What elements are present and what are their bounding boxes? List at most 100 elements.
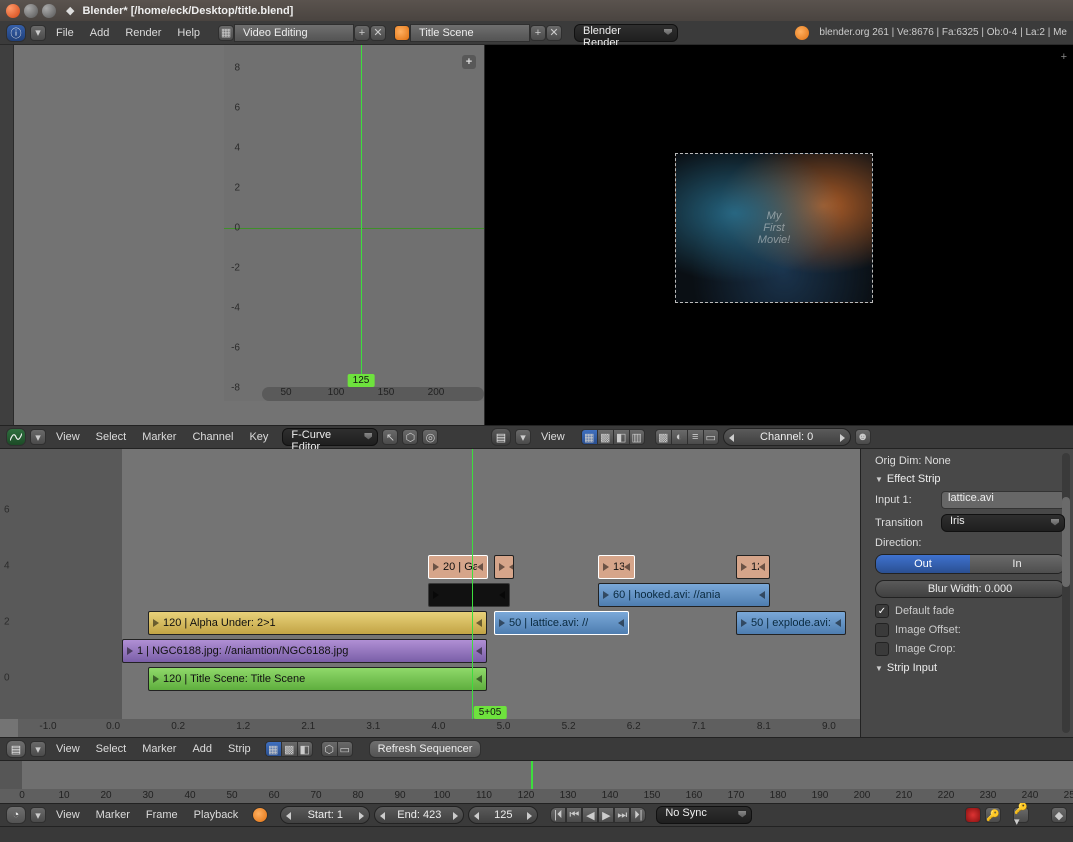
preview-channel-alpha-icon[interactable]: ◐ xyxy=(671,429,687,445)
preview-mode-image-icon[interactable]: ▦ xyxy=(581,429,597,445)
seq-menu-view[interactable]: View xyxy=(50,743,86,755)
minimize-window-button[interactable] xyxy=(24,4,38,18)
timeline-playhead[interactable] xyxy=(531,761,533,789)
fcurve-x-scrollbar[interactable]: 50 100 150 200 xyxy=(262,387,484,401)
render-engine-dropdown[interactable]: Blender Render xyxy=(574,24,678,42)
fcurve-menu-marker[interactable]: Marker xyxy=(136,431,182,443)
image-crop-checkbox[interactable] xyxy=(875,642,889,656)
preview-collapse-toggle[interactable]: ▾ xyxy=(515,429,531,445)
seq-strip[interactable]: 120 | Alpha Under: 2>1 xyxy=(148,611,487,635)
preview-channel-slider[interactable]: Channel: 0 xyxy=(723,428,851,446)
timeline-ruler[interactable]: 0102030405060708090100110120130140150160… xyxy=(0,789,1073,803)
fcurve-snap-icon[interactable]: ⬡ xyxy=(402,429,418,445)
preview-channel-color-icon[interactable]: ▩ xyxy=(655,429,671,445)
seq-view-sequence-icon[interactable]: ▦ xyxy=(265,741,281,757)
sequencer-preview-area[interactable]: My First Movie! + xyxy=(485,45,1073,425)
close-window-button[interactable] xyxy=(6,4,20,18)
tl-menu-marker[interactable]: Marker xyxy=(90,809,136,821)
scene-browse-icon[interactable] xyxy=(394,25,410,41)
record-icon[interactable] xyxy=(965,807,981,823)
preview-ghost-icon[interactable]: ☻ xyxy=(855,429,871,445)
seq-strip[interactable]: 1 | NGC6188.jpg: //aniamtion/NGC6188.jpg xyxy=(122,639,487,663)
direction-out[interactable]: Out xyxy=(876,555,970,573)
next-keyframe-icon[interactable]: ⏭ xyxy=(614,807,630,823)
auto-keyframe-icon[interactable] xyxy=(252,807,268,823)
screen-browse-icon[interactable]: ▦ xyxy=(218,25,234,41)
props-scrollbar[interactable] xyxy=(1062,453,1070,733)
preview-mode-luma-icon[interactable]: ▩ xyxy=(597,429,613,445)
editor-type-info-icon[interactable]: ⓘ xyxy=(6,24,26,42)
prev-keyframe-icon[interactable]: ⏮ xyxy=(566,807,582,823)
seq-strip[interactable]: 120 | Title Scene: Title Scene xyxy=(148,667,487,691)
fcurve-playhead[interactable] xyxy=(361,45,362,387)
seq-strip[interactable]: 13 | Wi xyxy=(598,555,635,579)
scene-field[interactable]: Title Scene xyxy=(410,24,530,42)
seq-view-both-icon[interactable]: ◧ xyxy=(297,741,313,757)
section-strip-input[interactable]: Strip Input xyxy=(875,662,1065,674)
scene-delete-button[interactable]: ✕ xyxy=(546,25,562,41)
seq-snap-icon[interactable]: ⬡ xyxy=(321,741,337,757)
preview-mode-histogram-icon[interactable]: ▥ xyxy=(629,429,645,445)
fcurve-menu-channel[interactable]: Channel xyxy=(186,431,239,443)
preview-mode-chroma-icon[interactable]: ◧ xyxy=(613,429,629,445)
fcurve-menu-view[interactable]: View xyxy=(50,431,86,443)
keying-set-icon[interactable]: 🔑 xyxy=(985,807,1001,823)
preview-menu-view[interactable]: View xyxy=(535,431,571,443)
screen-delete-button[interactable]: ✕ xyxy=(370,25,386,41)
play-icon[interactable]: ▶ xyxy=(598,807,614,823)
sequencer-tracks[interactable]: 0 2 4 6 120 | Title Scene: Title Scene1 … xyxy=(0,449,860,737)
menu-file[interactable]: File xyxy=(50,27,80,39)
preview-zebra-icon[interactable]: ≡ xyxy=(687,429,703,445)
seq-strip[interactable]: 60 | hooked.avi: //ania xyxy=(598,583,770,607)
seq-strip[interactable] xyxy=(428,583,510,607)
jump-end-icon[interactable]: ⏵| xyxy=(630,807,646,823)
refresh-sequencer-button[interactable]: Refresh Sequencer xyxy=(369,740,482,758)
section-effect-strip[interactable]: Effect Strip xyxy=(875,473,1065,485)
maximize-window-button[interactable] xyxy=(42,4,56,18)
fcurve-channel-region[interactable] xyxy=(0,45,14,425)
seq-menu-strip[interactable]: Strip xyxy=(222,743,257,755)
preview-safe-icon[interactable]: ▭ xyxy=(703,429,719,445)
seq-collapse-toggle[interactable]: ▾ xyxy=(30,741,46,757)
scene-add-button[interactable]: + xyxy=(530,25,546,41)
sync-mode-dropdown[interactable]: No Sync xyxy=(656,806,752,824)
tl-menu-view[interactable]: View xyxy=(50,809,86,821)
fcurve-mode-dropdown[interactable]: F-Curve Editor xyxy=(282,428,378,446)
end-frame-field[interactable]: End: 423 xyxy=(374,806,464,824)
editor-type-sequencer-preview-icon[interactable]: ▤ xyxy=(491,428,511,446)
timeline-area[interactable]: 0102030405060708090100110120130140150160… xyxy=(0,761,1073,803)
seq-menu-select[interactable]: Select xyxy=(90,743,133,755)
fcurve-menu-key[interactable]: Key xyxy=(243,431,274,443)
fcurve-cursor-icon[interactable]: ↖ xyxy=(382,429,398,445)
seq-menu-add[interactable]: Add xyxy=(186,743,218,755)
direction-toggle[interactable]: Out In xyxy=(875,554,1065,574)
seq-strip[interactable]: 50 | lattice.avi: // xyxy=(494,611,629,635)
seq-menu-marker[interactable]: Marker xyxy=(136,743,182,755)
fcurve-pivot-icon[interactable]: ◎ xyxy=(422,429,438,445)
editor-type-timeline-icon[interactable]: ◔ xyxy=(6,806,26,824)
timeline-collapse-toggle[interactable]: ▾ xyxy=(30,807,46,823)
editor-type-fcurve-icon[interactable] xyxy=(6,428,26,446)
seq-playhead[interactable] xyxy=(472,449,473,719)
play-reverse-icon[interactable]: ◀ xyxy=(582,807,598,823)
default-fade-checkbox[interactable]: ✓ xyxy=(875,604,889,618)
tl-menu-playback[interactable]: Playback xyxy=(188,809,245,821)
seq-show-frames-icon[interactable]: ▭ xyxy=(337,741,353,757)
direction-in[interactable]: In xyxy=(970,555,1064,573)
insert-key-icon[interactable]: ◆ xyxy=(1051,807,1067,823)
jump-start-icon[interactable]: |⏴ xyxy=(550,807,566,823)
seq-strip[interactable]: 50 | explode.avi: xyxy=(736,611,846,635)
preview-expand-button[interactable]: + xyxy=(1061,51,1067,63)
screen-layout-field[interactable]: Video Editing xyxy=(234,24,354,42)
screen-add-button[interactable]: + xyxy=(354,25,370,41)
start-frame-field[interactable]: Start: 1 xyxy=(280,806,370,824)
image-offset-checkbox[interactable] xyxy=(875,623,889,637)
editor-type-sequencer-icon[interactable]: ▤ xyxy=(6,740,26,758)
keying-dropdown-icon[interactable]: 🔑▾ xyxy=(1013,807,1029,823)
seq-time-ruler[interactable]: -1.00.00.21.22.13.14.05.05.26.27.18.19.0… xyxy=(18,719,860,737)
collapse-toggle[interactable]: ▾ xyxy=(30,25,46,41)
menu-render[interactable]: Render xyxy=(119,27,167,39)
fcurve-menu-select[interactable]: Select xyxy=(90,431,133,443)
fcurve-collapse-toggle[interactable]: ▾ xyxy=(30,429,46,445)
seq-strip[interactable] xyxy=(494,555,514,579)
